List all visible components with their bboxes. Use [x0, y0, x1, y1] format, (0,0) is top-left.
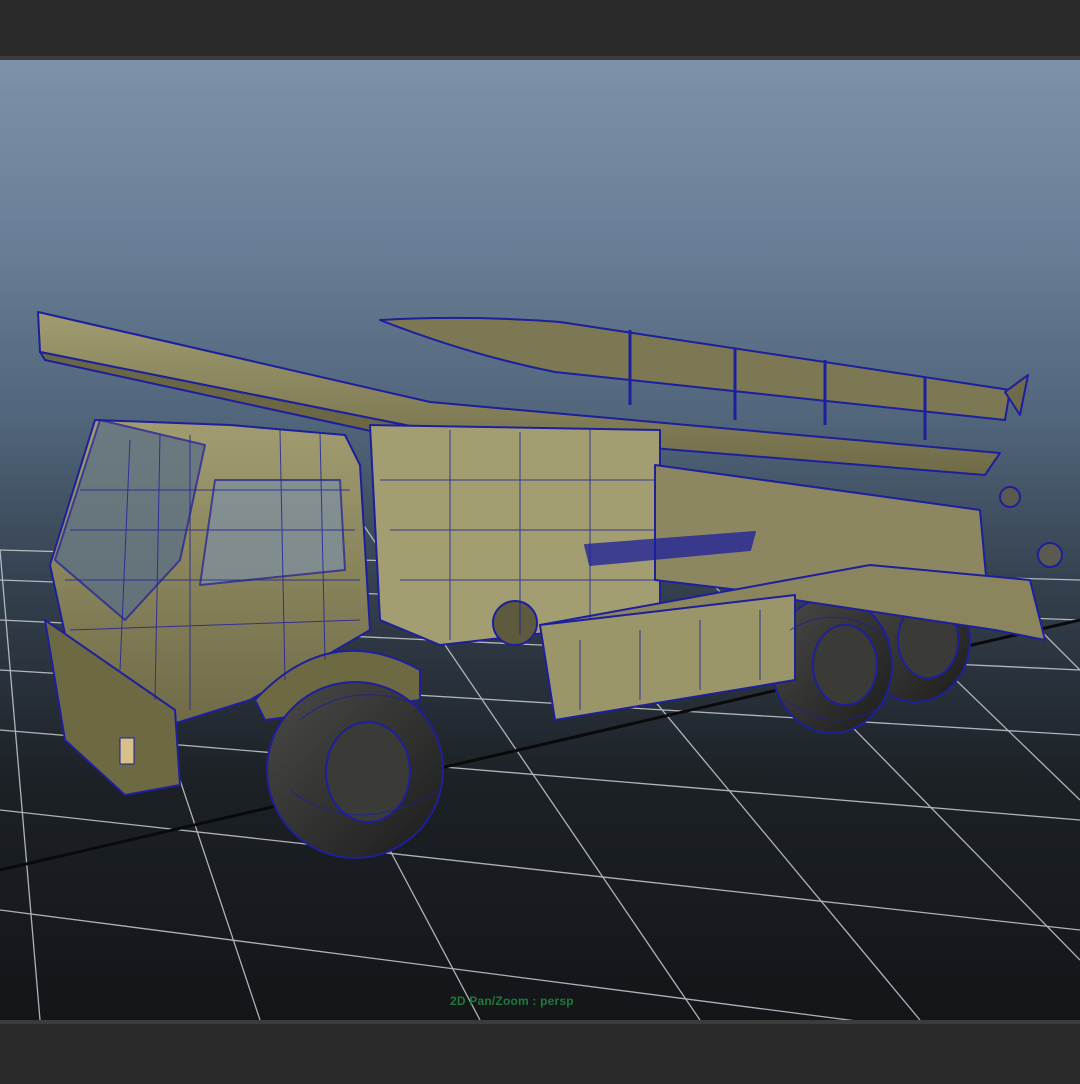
- bottom-status-bar: [0, 1020, 1080, 1084]
- camera-hud-label: 2D Pan/Zoom : persp: [450, 994, 574, 1008]
- top-toolbar: [0, 0, 1080, 60]
- scene-canvas: [0, 311, 1080, 1020]
- perspective-viewport[interactable]: 2D Pan/Zoom : persp: [0, 60, 1080, 1020]
- front-wheel: [254, 649, 444, 859]
